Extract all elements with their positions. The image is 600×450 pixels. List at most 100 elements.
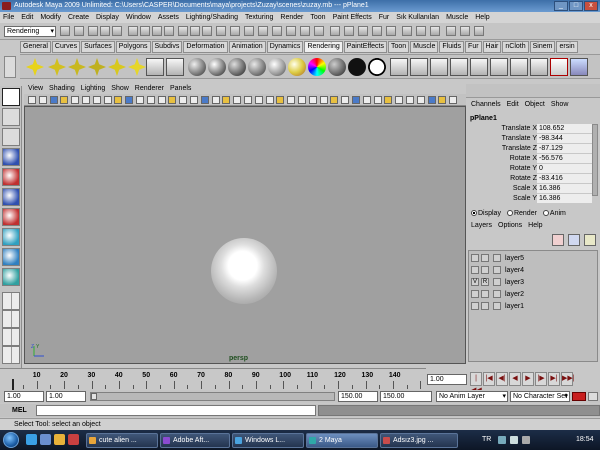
status-tool-icon[interactable] xyxy=(202,26,212,36)
layer-row[interactable]: layer4 xyxy=(469,265,597,276)
layer-name[interactable]: layer3 xyxy=(505,277,524,288)
clapper-icon[interactable] xyxy=(490,58,508,76)
panel-tool-icon[interactable] xyxy=(49,96,58,104)
panel-tool-icon[interactable] xyxy=(146,96,155,104)
shelf-tab-dynamics[interactable]: Dynamics xyxy=(266,41,304,53)
playback-end-field[interactable]: 150.00 xyxy=(338,391,378,402)
menu-s-k-kullan-lan[interactable]: Sık Kullanılan xyxy=(396,12,439,23)
four-pane-layout-icon[interactable] xyxy=(2,310,20,328)
batch-render-icon[interactable] xyxy=(510,58,528,76)
status-tool-icon[interactable] xyxy=(230,26,240,36)
shelf-tab-toon[interactable]: Toon xyxy=(387,41,410,53)
rotate-tool-icon[interactable] xyxy=(2,168,20,186)
panel-tool-icon[interactable] xyxy=(449,96,458,104)
panel-tool-icon[interactable] xyxy=(114,96,123,104)
select-tool-icon[interactable] xyxy=(2,88,20,106)
camera-icon[interactable] xyxy=(146,58,164,76)
menu-render[interactable]: Render xyxy=(280,12,303,23)
status-tool-icon[interactable] xyxy=(88,26,98,36)
status-tool-icon[interactable] xyxy=(330,26,340,36)
shelf-tab-ncloth[interactable]: nCloth xyxy=(502,41,529,53)
panel-tool-icon[interactable] xyxy=(82,96,90,104)
current-time-marker[interactable] xyxy=(12,379,14,390)
animation-start-field[interactable]: 1.00 xyxy=(4,391,44,402)
layer-options-icon[interactable] xyxy=(584,234,596,246)
panel-tool-icon[interactable] xyxy=(287,96,296,104)
perspective-viewport[interactable]: persp Z Y xyxy=(24,106,466,364)
shading-map-icon[interactable] xyxy=(368,58,386,76)
shelf-tab-animation[interactable]: Animation xyxy=(228,41,266,53)
panel-tool-icon[interactable] xyxy=(222,96,231,104)
hypershade-layout-icon[interactable] xyxy=(2,346,20,364)
status-tool-icon[interactable] xyxy=(244,26,254,36)
layer-mode-display[interactable]: Display xyxy=(471,208,501,220)
attribute-value-field[interactable]: -83.416 xyxy=(537,174,592,183)
status-tool-icon[interactable] xyxy=(152,26,162,36)
panel-tool-icon[interactable] xyxy=(395,96,404,104)
taskbar-item[interactable]: Windows L... xyxy=(232,433,304,448)
panel-menu-renderer[interactable]: Renderer xyxy=(135,84,164,94)
shelf-tab-muscle[interactable]: Muscle xyxy=(410,41,439,53)
panel-tool-icon[interactable] xyxy=(125,96,134,104)
radio-button-icon[interactable] xyxy=(542,210,549,216)
show-manipulator-icon[interactable] xyxy=(2,248,20,266)
layer-visibility-toggle[interactable] xyxy=(471,266,479,274)
channel-attribute-row[interactable]: Translate X 108.652 xyxy=(468,124,592,133)
anisotropic-material-icon[interactable] xyxy=(268,58,286,76)
attribute-value-field[interactable]: 16.386 xyxy=(537,194,592,203)
shelf-tab-curves[interactable]: Curves xyxy=(51,41,81,53)
step-forward-key-button[interactable]: |▶ xyxy=(535,372,547,386)
attribute-value-field[interactable]: 108.652 xyxy=(537,124,592,133)
menu-display[interactable]: Display xyxy=(96,12,119,23)
layer-type-toggle[interactable] xyxy=(481,302,489,310)
layer-type-toggle[interactable] xyxy=(481,254,489,262)
go-to-start-button[interactable]: |◀◀ xyxy=(470,372,482,394)
status-tool-icon[interactable] xyxy=(100,26,110,36)
channel-box-scrollbar[interactable] xyxy=(592,124,598,196)
layered-shader-icon[interactable] xyxy=(288,58,306,76)
menu-edit[interactable]: Edit xyxy=(21,12,33,23)
menu-create[interactable]: Create xyxy=(68,12,89,23)
play-forwards-button[interactable]: ▶ xyxy=(522,372,534,386)
panel-tool-icon[interactable] xyxy=(362,96,371,104)
maya-app-icon[interactable] xyxy=(2,2,11,10)
panel-tool-icon[interactable] xyxy=(157,96,166,104)
mel-label[interactable]: MEL xyxy=(12,405,27,416)
panel-tool-icon[interactable] xyxy=(298,96,306,104)
phong-material-icon[interactable] xyxy=(228,58,246,76)
panel-tool-icon[interactable] xyxy=(103,96,112,104)
play-backwards-button[interactable]: ◀ xyxy=(509,372,521,386)
ambient-light-icon[interactable] xyxy=(128,58,146,76)
render-layer-icon[interactable] xyxy=(530,58,548,76)
go-to-end-button[interactable]: ▶▶| xyxy=(561,372,575,386)
channel-menu-object[interactable]: Object xyxy=(525,100,545,110)
panel-tool-icon[interactable] xyxy=(438,96,447,104)
radio-button-icon[interactable] xyxy=(506,210,513,216)
channel-attribute-row[interactable]: Scale X 16.386 xyxy=(468,184,592,193)
mel-input[interactable] xyxy=(36,405,316,416)
ie-quicklaunch-icon[interactable] xyxy=(26,434,37,445)
panel-tool-icon[interactable] xyxy=(276,96,285,104)
maximize-button[interactable]: □ xyxy=(569,1,583,11)
step-back-key-button[interactable]: ◀| xyxy=(496,372,508,386)
single-pane-layout-icon[interactable] xyxy=(2,292,20,310)
current-time-field[interactable]: 1.00 xyxy=(427,374,467,385)
channel-menu-show[interactable]: Show xyxy=(551,100,569,110)
soft-modification-icon[interactable] xyxy=(2,228,20,246)
new-layer-selected-icon[interactable] xyxy=(568,234,580,246)
start-button[interactable] xyxy=(3,432,19,448)
layer-row[interactable]: layer5 xyxy=(469,253,597,264)
panel-tool-icon[interactable] xyxy=(416,96,425,104)
layer-color-swatch[interactable] xyxy=(493,278,501,286)
attribute-value-field[interactable]: -87.129 xyxy=(537,144,592,153)
shelf-tab-sinem[interactable]: Sinem xyxy=(529,41,556,53)
layer-menu-options[interactable]: Options xyxy=(498,221,522,231)
lasso-tool-icon[interactable] xyxy=(2,108,20,126)
attribute-value-field[interactable]: 16.386 xyxy=(537,184,592,193)
media-quicklaunch-icon[interactable] xyxy=(68,434,79,445)
menu-help[interactable]: Help xyxy=(475,12,489,23)
shelf-tab-fur[interactable]: Fur xyxy=(465,41,482,53)
range-slider-thumb[interactable] xyxy=(91,393,97,400)
status-tool-icon[interactable] xyxy=(474,26,484,36)
layer-menu-layers[interactable]: Layers xyxy=(471,221,492,231)
